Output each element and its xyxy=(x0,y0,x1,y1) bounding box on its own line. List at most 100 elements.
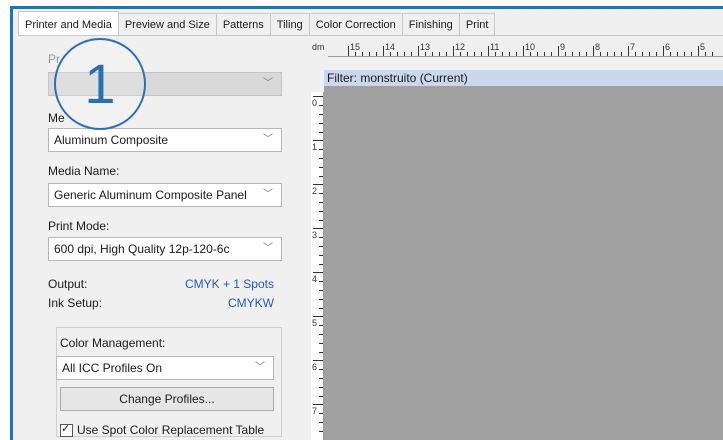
ruler-top-number: 8 xyxy=(595,42,601,52)
ruler-tick xyxy=(530,52,531,56)
color-management-select-value: All ICC Profiles On xyxy=(62,361,163,375)
ruler-left-number: 2 xyxy=(312,186,318,196)
tab-preview-and-size[interactable]: Preview and Size xyxy=(117,13,217,36)
color-management-select[interactable]: All ICC Profiles On ﹀ xyxy=(56,356,274,380)
ruler-top-number: 14 xyxy=(385,42,396,52)
ruler-tick xyxy=(319,413,323,414)
tab-divider xyxy=(18,35,723,36)
color-management-label: Color Management: xyxy=(60,336,166,350)
ruler-tick xyxy=(319,281,323,282)
tab-print[interactable]: Print xyxy=(458,13,496,36)
ruler-tick xyxy=(418,46,419,56)
ruler-tick xyxy=(397,52,398,56)
ruler-tick xyxy=(691,52,692,56)
ruler-tick xyxy=(439,52,440,56)
tab-color-correction[interactable]: Color Correction xyxy=(308,13,403,36)
ruler-tick xyxy=(319,132,323,133)
ruler-top-number: 15 xyxy=(350,42,361,52)
ruler-tick xyxy=(677,52,678,56)
ruler-tick xyxy=(313,272,323,273)
ruler-tick xyxy=(474,52,475,56)
ruler-tick xyxy=(319,158,323,159)
chevron-down-icon: ﹀ xyxy=(263,189,273,200)
ruler-tick xyxy=(390,52,391,56)
chevron-down-icon: ﹀ xyxy=(263,134,273,145)
ruler-tick xyxy=(319,149,323,150)
ruler-tick xyxy=(319,237,323,238)
ruler-tick xyxy=(319,325,323,326)
ink-setup-value: CMYKW xyxy=(228,296,274,310)
tab-printer-and-media[interactable]: Printer and Media xyxy=(18,11,119,36)
ruler-tick xyxy=(698,46,699,56)
spot-color-checkbox-label: Use Spot Color Replacement Table xyxy=(77,423,265,437)
ruler-tick xyxy=(319,378,323,379)
media-select-value: Aluminum Composite xyxy=(54,133,169,147)
ruler-tick xyxy=(460,52,461,56)
tab-finishing[interactable]: Finishing xyxy=(401,13,460,36)
spot-color-checkbox[interactable]: Use Spot Color Replacement Table xyxy=(60,422,265,437)
ruler-tick xyxy=(670,52,671,56)
ruler-tick xyxy=(628,46,629,56)
ruler-tick xyxy=(319,422,323,423)
media-select[interactable]: Aluminum Composite ﹀ xyxy=(48,128,282,152)
ruler-tick xyxy=(319,308,323,309)
ruler-tick xyxy=(319,176,323,177)
ruler-tick xyxy=(565,52,566,56)
ruler-tick xyxy=(411,52,412,56)
media-name-select[interactable]: Generic Aluminum Composite Panel ﹀ xyxy=(48,183,282,207)
ruler-tick xyxy=(705,52,706,56)
ruler-tick xyxy=(432,52,433,56)
media-name-select-value: Generic Aluminum Composite Panel xyxy=(54,188,247,202)
ruler-top-number: 7 xyxy=(630,42,636,52)
preview-canvas[interactable] xyxy=(324,78,723,440)
ruler-top-number: 5 xyxy=(700,42,706,52)
tab-patterns[interactable]: Patterns xyxy=(215,13,271,36)
ruler-tick xyxy=(319,264,323,265)
chevron-down-icon: ﹀ xyxy=(263,78,273,89)
ruler-tick xyxy=(509,52,510,56)
ruler-tick xyxy=(642,52,643,56)
ruler-tick xyxy=(313,316,323,317)
print-mode-select[interactable]: 600 dpi, High Quality 12p-120-6c ﹀ xyxy=(48,237,282,261)
ruler-tick xyxy=(319,123,323,124)
ruler-tick xyxy=(319,202,323,203)
ruler-tick xyxy=(319,343,323,344)
ruler-tick xyxy=(383,46,384,56)
ruler-tick xyxy=(319,193,323,194)
ruler-top-number: 12 xyxy=(455,42,466,52)
tab-tiling[interactable]: Tiling xyxy=(269,13,310,36)
ruler-tick xyxy=(313,404,323,405)
ruler-tick xyxy=(544,52,545,56)
print-mode-label: Print Mode: xyxy=(48,219,110,233)
ruler-left-number: 0 xyxy=(312,98,318,108)
ruler-left-number: 4 xyxy=(312,274,318,284)
ruler-tick xyxy=(362,52,363,56)
ruler-tick xyxy=(313,360,323,361)
ruler-tick xyxy=(607,52,608,56)
ruler-tick xyxy=(319,396,323,397)
ruler-tick xyxy=(319,290,323,291)
chevron-down-icon: ﹀ xyxy=(263,243,273,254)
ruler-tick xyxy=(404,52,405,56)
ruler-left-number: 3 xyxy=(312,230,318,240)
ruler-tick xyxy=(313,228,323,229)
ruler-top-number: 9 xyxy=(560,42,566,52)
ruler-tick xyxy=(319,387,323,388)
ruler-tick xyxy=(319,334,323,335)
ruler-tick xyxy=(579,52,580,56)
ruler-left-number: 7 xyxy=(312,406,318,416)
ruler-unit-label: dm xyxy=(312,42,325,52)
ruler-tick xyxy=(558,46,559,56)
ruler-tick xyxy=(319,369,323,370)
ruler-left-number: 6 xyxy=(312,362,318,372)
media-name-label: Media Name: xyxy=(48,164,120,178)
change-profiles-button[interactable]: Change Profiles... xyxy=(60,387,274,411)
ruler-tick xyxy=(319,246,323,247)
ruler-tick xyxy=(369,52,370,56)
ruler-tick xyxy=(635,52,636,56)
ruler-tick xyxy=(319,167,323,168)
ruler-tick xyxy=(649,52,650,56)
ruler-left-number: 1 xyxy=(312,142,318,152)
ruler-tick xyxy=(481,52,482,56)
ink-setup-label: Ink Setup: xyxy=(48,296,103,310)
